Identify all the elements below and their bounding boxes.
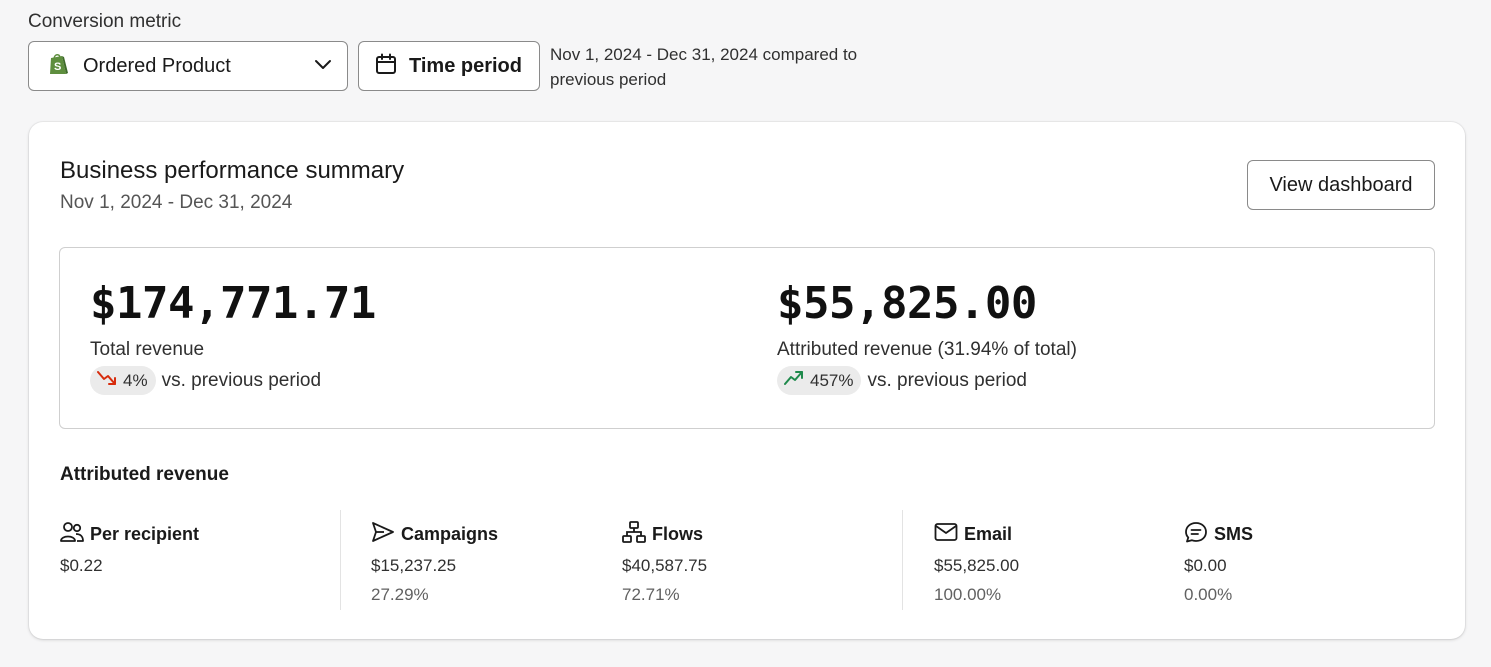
chevron-down-icon: [313, 54, 333, 79]
flows-label: Flows: [652, 523, 704, 544]
email-value: $55,825.00: [934, 556, 1020, 575]
conversion-metric-value: Ordered Product: [83, 54, 231, 77]
time-period-button[interactable]: Time period: [358, 41, 540, 91]
total-revenue-value: $174,771.71: [90, 278, 376, 329]
period-description: Nov 1, 2024 - Dec 31, 2024 compared to p…: [550, 45, 858, 89]
campaigns-value: $15,237.25: [371, 556, 457, 575]
email-icon: [934, 521, 964, 548]
attributed-revenue-label: Attributed revenue (31.94% of total): [777, 339, 1077, 360]
svg-text:S: S: [54, 61, 61, 73]
conversion-metric-dropdown[interactable]: S Ordered Product: [28, 41, 348, 91]
compare-text: vs. previous period: [161, 369, 322, 391]
summary-box: $174,771.71 Total revenue 4% vs. previou…: [59, 247, 1435, 429]
sms-column: SMS $0.00 0.00%: [1184, 520, 1253, 605]
campaigns-label: Campaigns: [401, 523, 499, 544]
email-header: Email: [934, 520, 1019, 548]
flows-column: Flows $40,587.75 72.71%: [622, 520, 707, 605]
time-period-label: Time period: [409, 54, 522, 77]
change-value: 4%: [123, 370, 148, 390]
campaigns-column: Campaigns $15,237.25 27.29%: [371, 520, 498, 605]
column-divider: [902, 510, 903, 610]
business-performance-card: Business performance summary Nov 1, 2024…: [29, 122, 1465, 639]
campaigns-percent: 27.29%: [371, 585, 429, 604]
sms-label: SMS: [1214, 523, 1254, 544]
change-badge: 457%: [777, 366, 862, 395]
flows-value: $40,587.75: [622, 556, 708, 575]
compare-text: vs. previous period: [867, 369, 1027, 391]
per-recipient-value: $0.22: [60, 556, 103, 575]
sms-icon: [1184, 521, 1214, 548]
conversion-metric-label: Conversion metric: [28, 11, 182, 32]
card-title: Business performance summary: [60, 157, 405, 184]
change-badge: 4%: [90, 366, 156, 395]
sms-percent: 0.00%: [1184, 585, 1233, 604]
flow-icon: [622, 520, 652, 548]
per-recipient-column: Per recipient $0.22: [60, 520, 199, 576]
sms-header: SMS: [1184, 520, 1253, 548]
card-date-range: Nov 1, 2024 - Dec 31, 2024: [60, 192, 293, 213]
per-recipient-header: Per recipient: [60, 520, 199, 548]
trend-up-icon: [783, 369, 810, 392]
sms-value: $0.00: [1184, 556, 1227, 575]
flows-header: Flows: [622, 520, 707, 548]
change-value: 457%: [810, 370, 854, 390]
email-column: Email $55,825.00 100.00%: [934, 520, 1019, 605]
flows-percent: 72.71%: [622, 585, 680, 604]
send-icon: [371, 521, 401, 548]
campaigns-header: Campaigns: [371, 520, 498, 548]
email-label: Email: [964, 523, 1013, 544]
attributed-revenue-value: $55,825.00: [777, 278, 1037, 329]
view-dashboard-button[interactable]: View dashboard: [1247, 160, 1435, 210]
total-revenue-stat: $174,771.71 Total revenue 4% vs. previou…: [90, 278, 376, 395]
shopify-icon: S: [47, 52, 69, 81]
attributed-revenue-title: Attributed revenue: [60, 464, 229, 485]
total-revenue-comparison: 4% vs. previous period: [90, 366, 376, 395]
column-divider: [340, 510, 341, 610]
trend-down-icon: [96, 369, 123, 392]
attributed-revenue-stat: $55,825.00 Attributed revenue (31.94% of…: [777, 278, 1077, 395]
attributed-revenue-comparison: 457% vs. previous period: [777, 366, 1077, 395]
email-percent: 100.00%: [934, 585, 1002, 604]
users-icon: [60, 521, 90, 548]
per-recipient-label: Per recipient: [90, 523, 200, 544]
calendar-icon: [375, 53, 397, 80]
total-revenue-label: Total revenue: [90, 339, 205, 360]
